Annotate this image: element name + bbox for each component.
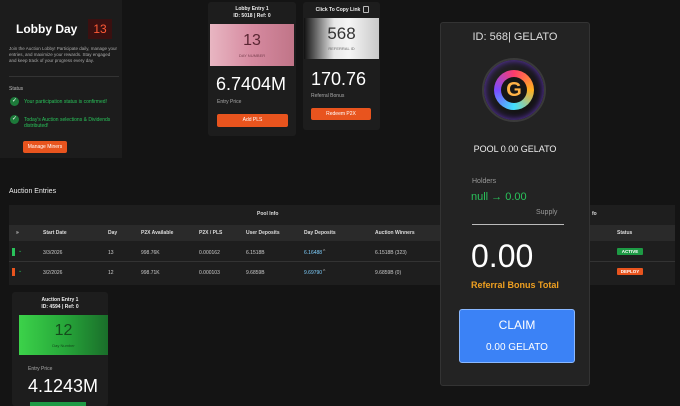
auction-entries-heading: Auction Entries <box>9 188 57 195</box>
claim-amount: 0.00 GELATO <box>486 342 548 353</box>
row-status-indicator <box>12 248 15 256</box>
col-start-date[interactable]: Start Date <box>43 230 67 236</box>
status-badge: DEPLOY <box>617 268 643 275</box>
pool-label: POOL 0.00 GELATO <box>473 144 557 154</box>
redeem-p2x-button[interactable]: Redeem P2X <box>311 108 371 120</box>
cell-winners: 6.1518B (323) <box>375 250 407 256</box>
status-badge: ACTIVE <box>617 248 643 255</box>
entry-ids: ID: 4594 | Ref: 0 <box>41 304 79 310</box>
status-item: Today's Auction selections & Dividends d… <box>24 117 111 129</box>
cell-day-deposits: 9.69790 <box>304 270 323 276</box>
caret-up-icon: ^ <box>323 269 326 275</box>
claim-label: CLAIM <box>498 318 536 332</box>
col-user-deposits[interactable]: User Deposits <box>246 230 280 236</box>
entry-price: 4.1243M <box>28 376 99 396</box>
day-number: 12 <box>54 322 73 339</box>
lobby-description: Join the Auction Lobby! Participate dail… <box>9 46 117 63</box>
lobby-title: Lobby Day <box>16 22 78 36</box>
col-day[interactable]: Day <box>108 230 117 236</box>
expand-all-icon[interactable]: » <box>16 230 19 236</box>
referral-bonus-value: 170.76 <box>311 69 367 89</box>
cell-day-deposits: 6.16488 <box>304 250 323 256</box>
col-p2x-pls[interactable]: P2X / PLS <box>199 230 222 236</box>
button-partial[interactable] <box>30 402 86 406</box>
entry-price-label: Entry Price <box>28 366 53 372</box>
referral-bonus-total-value: 0.00 <box>471 238 534 274</box>
cell-date: 3/3/2026 <box>43 250 63 256</box>
chevron-down-icon[interactable]: ⌄ <box>18 268 22 274</box>
copy-icon[interactable] <box>363 6 369 13</box>
referral-id-number: 568 <box>327 24 356 43</box>
divider <box>472 224 564 225</box>
entry-title: Auction Entry 1 <box>41 297 79 303</box>
holders-value: null → 0.00 <box>471 191 527 203</box>
cell-day: 12 <box>108 270 114 276</box>
entry-title: Lobby Entry 1 <box>235 6 269 12</box>
day-number-label: Day Number <box>52 343 75 348</box>
entry-price-label: Entry Price <box>217 99 242 105</box>
add-pls-button[interactable]: Add PLS <box>217 114 288 127</box>
cell-ratio: 0.000103 <box>199 270 220 276</box>
check-circle-icon: ✓ <box>10 97 19 106</box>
status-label: Status <box>9 86 24 92</box>
claim-title: ID: 568| GELATO <box>472 31 558 43</box>
cell-day: 13 <box>108 250 114 256</box>
referral-bonus-total-label: Referral Bonus Total <box>471 280 559 290</box>
cell-user-deposits: 6.1518B <box>246 250 265 256</box>
cell-date: 3/2/2026 <box>43 270 63 276</box>
info-group: fo <box>592 211 597 217</box>
entry-ids: ID: 5018 | Ref: 0 <box>233 13 271 19</box>
cell-winners: 9.6859B (0) <box>375 270 402 276</box>
holders-label: Holders <box>472 178 497 185</box>
cell-user-deposits: 9.6859B <box>246 270 265 276</box>
manage-miners-button[interactable]: Manage Miners <box>23 141 67 153</box>
lobby-day-badge: 13 <box>88 19 112 39</box>
col-day-deposits[interactable]: Day Deposits <box>304 230 336 236</box>
caret-up-icon: ^ <box>323 249 326 255</box>
check-circle-icon: ✓ <box>10 115 19 124</box>
pool-info-group: Pool Info <box>257 211 279 217</box>
status-item: Your participation status is confirmed! <box>24 99 107 105</box>
chevron-down-icon[interactable]: ⌄ <box>18 248 22 254</box>
col-status[interactable]: Status <box>617 230 632 236</box>
col-p2x-available[interactable]: P2X Available <box>141 230 173 236</box>
cell-ratio: 0.000162 <box>199 250 220 256</box>
referral-id-label: REFERRAL ID <box>328 46 355 51</box>
day-number: 13 <box>243 32 261 49</box>
col-auction-winners[interactable]: Auction Winners <box>375 230 415 236</box>
referral-bonus-label: Referral Bonus <box>311 93 345 99</box>
cell-available: 998.76K <box>141 250 160 256</box>
entry-price: 6.7404M <box>216 74 287 94</box>
day-number-label: DAY NUMBER <box>238 53 266 58</box>
row-status-indicator <box>12 268 15 276</box>
cell-available: 998.71K <box>141 270 160 276</box>
divider <box>9 76 119 77</box>
supply-label: Supply <box>536 209 558 216</box>
gelato-logo-icon: G <box>482 58 546 122</box>
